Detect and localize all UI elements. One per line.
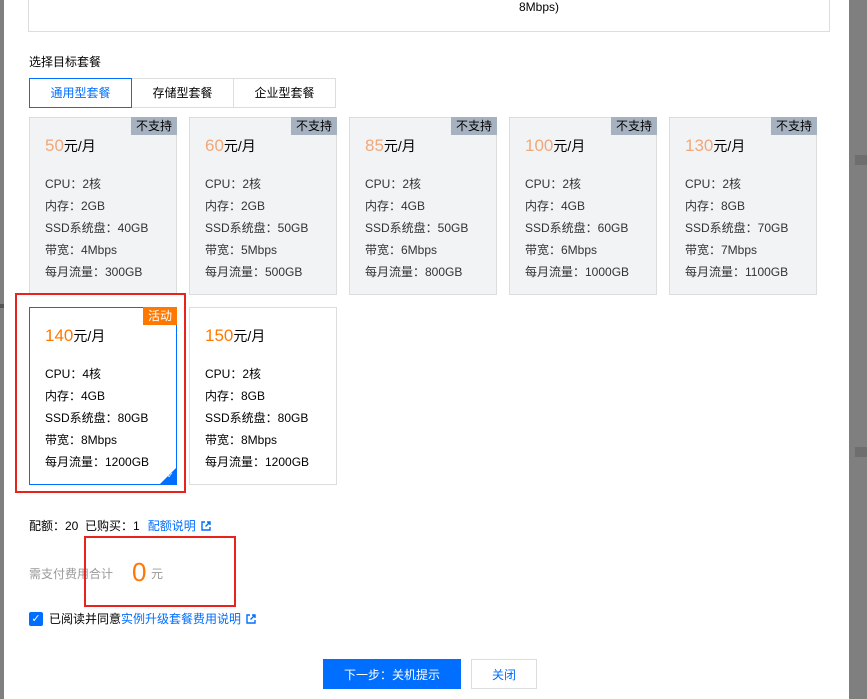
external-link-icon[interactable] xyxy=(246,613,256,624)
spec-ssd: SSD系统盘：50GB xyxy=(205,221,309,235)
package-price: 130元/月 xyxy=(685,136,746,155)
quota-info: 配额：20 已购买：1 配额说明 xyxy=(29,517,211,534)
package-price: 85元/月 xyxy=(365,136,416,155)
unsupported-badge: 不支持 xyxy=(610,117,657,135)
spec-ssd: SSD系统盘：80GB xyxy=(205,411,309,425)
spec-bandwidth: 带宽：7Mbps xyxy=(685,243,758,257)
spec-memory: 内存：2GB xyxy=(205,199,266,213)
package-specs: CPU：2核 内存：4GB SSD系统盘：60GB 带宽：6Mbps 每月流量：… xyxy=(525,173,629,283)
current-bandwidth-fragment: 8Mbps) xyxy=(519,0,560,14)
spec-memory: 内存：4GB xyxy=(365,199,426,213)
package-specs: CPU：2核 内存：2GB SSD系统盘：40GB 带宽：4Mbps 每月流量：… xyxy=(45,173,148,283)
tab-general[interactable]: 通用型套餐 xyxy=(29,78,132,108)
spec-cpu: CPU：2核 xyxy=(525,177,582,191)
quota-help-link[interactable]: 配额说明 xyxy=(148,517,196,534)
modal-backdrop-left xyxy=(0,0,4,699)
current-package-box: 8Mbps) xyxy=(28,0,830,32)
spec-ssd: SSD系统盘：70GB xyxy=(685,221,789,235)
package-type-tabs: 通用型套餐 存储型套餐 企业型套餐 xyxy=(29,78,336,108)
unsupported-badge: 不支持 xyxy=(290,117,337,135)
agreement-prefix: 已阅读并同意 xyxy=(49,612,122,626)
modal-backdrop-right xyxy=(849,0,867,699)
spec-ssd: SSD系统盘：40GB xyxy=(45,221,149,235)
highlight-box-selected-package xyxy=(15,293,186,493)
spec-bandwidth: 带宽：6Mbps xyxy=(525,243,598,257)
spec-bandwidth: 带宽：5Mbps xyxy=(205,243,278,257)
agreement-link[interactable]: 实例升级套餐费用说明 xyxy=(121,610,241,627)
package-card-100[interactable]: 不支持 100元/月 CPU：2核 内存：4GB SSD系统盘：60GB 带宽：… xyxy=(509,117,657,295)
package-card-150[interactable]: 150元/月 CPU：2核 内存：8GB SSD系统盘：80GB 带宽：8Mbp… xyxy=(189,307,337,485)
agreement-row: ✓ 已阅读并同意 实例升级套餐费用说明 xyxy=(29,610,256,627)
package-specs: CPU：2核 内存：8GB SSD系统盘：70GB 带宽：7Mbps 每月流量：… xyxy=(685,173,788,283)
spec-ssd: SSD系统盘：50GB xyxy=(365,221,469,235)
package-specs: CPU：2核 内存：4GB SSD系统盘：50GB 带宽：6Mbps 每月流量：… xyxy=(365,173,468,283)
package-card-130[interactable]: 不支持 130元/月 CPU：2核 内存：8GB SSD系统盘：70GB 带宽：… xyxy=(669,117,817,295)
agreement-checkbox[interactable]: ✓ xyxy=(29,611,43,626)
spec-traffic: 每月流量：1000GB xyxy=(525,265,630,279)
spec-memory: 内存：8GB xyxy=(205,389,266,403)
package-price: 100元/月 xyxy=(525,136,586,155)
spec-memory: 内存：2GB xyxy=(45,199,106,213)
package-card-85[interactable]: 不支持 85元/月 CPU：2核 内存：4GB SSD系统盘：50GB 带宽：6… xyxy=(349,117,497,295)
spec-ssd: SSD系统盘：60GB xyxy=(525,221,629,235)
external-link-icon[interactable] xyxy=(201,520,211,531)
package-price: 60元/月 xyxy=(205,136,256,155)
unsupported-badge: 不支持 xyxy=(450,117,497,135)
spec-memory: 内存：8GB xyxy=(685,199,746,213)
spec-memory: 内存：4GB xyxy=(525,199,586,213)
package-specs: CPU：2核 内存：2GB SSD系统盘：50GB 带宽：5Mbps 每月流量：… xyxy=(205,173,308,283)
spec-cpu: CPU：2核 xyxy=(685,177,742,191)
tab-enterprise[interactable]: 企业型套餐 xyxy=(233,78,336,108)
spec-traffic: 每月流量：500GB xyxy=(205,265,303,279)
package-card-50[interactable]: 不支持 50元/月 CPU：2核 内存：2GB SSD系统盘：40GB 带宽：4… xyxy=(29,117,177,295)
spec-traffic: 每月流量：1200GB xyxy=(205,455,310,469)
unsupported-badge: 不支持 xyxy=(770,117,817,135)
spec-traffic: 每月流量：1100GB xyxy=(685,265,789,279)
package-price: 150元/月 xyxy=(205,326,266,345)
spec-bandwidth: 带宽：8Mbps xyxy=(205,433,278,447)
package-card-60[interactable]: 不支持 60元/月 CPU：2核 内存：2GB SSD系统盘：50GB 带宽：5… xyxy=(189,117,337,295)
package-specs: CPU：2核 内存：8GB SSD系统盘：80GB 带宽：8Mbps 每月流量：… xyxy=(205,363,309,473)
spec-bandwidth: 带宽：6Mbps xyxy=(365,243,438,257)
highlight-box-payment xyxy=(84,536,236,607)
spec-cpu: CPU：2核 xyxy=(365,177,422,191)
spec-traffic: 每月流量：300GB xyxy=(45,265,143,279)
package-price: 50元/月 xyxy=(45,136,96,155)
tab-storage[interactable]: 存储型套餐 xyxy=(131,78,234,108)
next-step-button[interactable]: 下一步：关机提示 xyxy=(323,659,461,689)
spec-cpu: CPU：2核 xyxy=(45,177,102,191)
close-button[interactable]: 关闭 xyxy=(471,659,537,689)
spec-traffic: 每月流量：800GB xyxy=(365,265,463,279)
spec-cpu: CPU：2核 xyxy=(205,367,262,381)
spec-cpu: CPU：2核 xyxy=(205,177,262,191)
unsupported-badge: 不支持 xyxy=(130,117,177,135)
spec-bandwidth: 带宽：4Mbps xyxy=(45,243,118,257)
section-title: 选择目标套餐 xyxy=(29,55,102,69)
quota-text: 配额：20 已购买：1 xyxy=(29,519,140,533)
